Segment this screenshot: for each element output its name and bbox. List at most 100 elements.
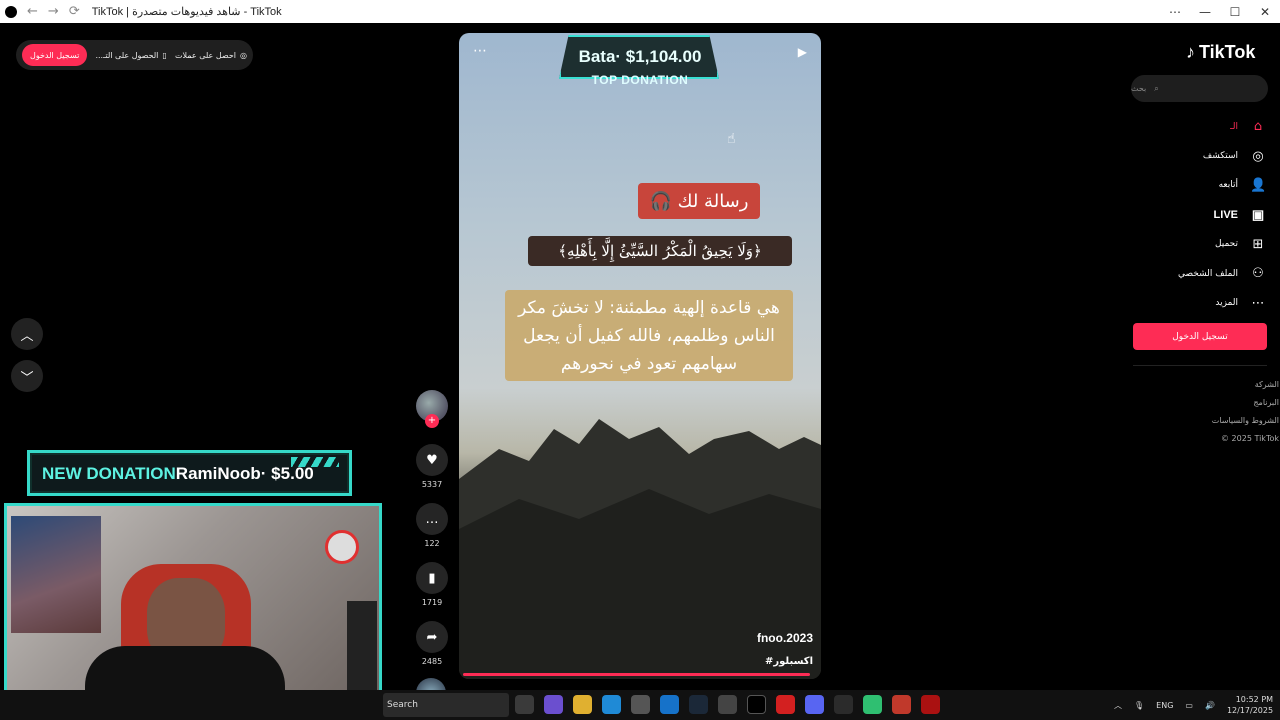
steam-icon[interactable]	[689, 695, 708, 714]
browser-titlebar: ← → ⟳ TikTok | شاهد فيديوهات متصدرة - Ti…	[0, 0, 1280, 23]
forward-icon[interactable]: →	[48, 4, 59, 19]
upload-icon: ⊞	[1252, 236, 1264, 252]
sidebar-item-upload[interactable]: تحميل ⊞	[1132, 230, 1266, 259]
share-count: 2485	[421, 657, 443, 666]
comment-action[interactable]: … 122	[416, 503, 448, 548]
sidebar-item-label: الـ	[1230, 121, 1238, 132]
outlook-icon[interactable]	[660, 695, 679, 714]
sidebar-item-label: LIVE	[1213, 208, 1238, 221]
quran-verse: ﴿وَلَا يَحِيقُ الْمَكْرُ السَّيِّئُ إِلَ…	[528, 236, 792, 266]
chevron-up-icon: ︿	[20, 328, 34, 344]
no-smoking-sign	[325, 530, 359, 564]
search-placeholder: بحث	[1131, 84, 1147, 93]
comment-icon[interactable]: …	[416, 503, 448, 535]
sidebar-item-more[interactable]: المزيد ⋯	[1132, 288, 1266, 317]
display-icon[interactable]: ▭	[1185, 701, 1193, 710]
footer-link-company[interactable]: الشركة	[1133, 376, 1279, 394]
red-app-icon[interactable]	[892, 695, 911, 714]
sidebar-item-label: المزيد	[1215, 298, 1238, 309]
sidebar-item-following[interactable]: أتابعه 👤	[1132, 171, 1267, 200]
get-coins-button[interactable]: ◎ احصل على عملات	[175, 51, 247, 60]
search-icon[interactable]: ⌕	[1154, 84, 1158, 94]
store-icon[interactable]	[631, 695, 650, 714]
file-explorer-icon[interactable]	[573, 695, 592, 714]
heart-icon[interactable]: ♥	[416, 444, 448, 476]
top-donation-banner: Bata· $1,104.00 TOP DONATION	[511, 33, 769, 87]
message-chip: رسالة لك 🎧	[638, 183, 760, 219]
video-more-icon[interactable]: ⋯	[473, 43, 487, 59]
like-action[interactable]: ♥ 5337	[416, 444, 448, 489]
mic-icon[interactable]: 🎙	[1134, 701, 1144, 710]
login-pill-button[interactable]: تسجيل الدخول	[22, 44, 88, 66]
previous-video-button[interactable]: ︿	[11, 318, 43, 350]
opera-icon[interactable]	[776, 695, 795, 714]
back-icon[interactable]: ←	[27, 4, 38, 19]
close-button[interactable]: ✕	[1250, 5, 1280, 19]
ak-app-icon[interactable]	[718, 695, 737, 714]
mute-icon[interactable]: ▶	[798, 45, 807, 59]
tiktok-logo[interactable]: ♪ TikTok	[1186, 42, 1255, 63]
clock-date: 12/17/2025	[1226, 706, 1274, 715]
maximize-button[interactable]: ☐	[1220, 5, 1250, 19]
sidebar-item-home[interactable]: الـ ⌂	[1132, 112, 1266, 141]
tf-app-icon[interactable]	[921, 695, 940, 714]
get-app-button[interactable]: ▯ الحصول على التـ...	[95, 51, 166, 60]
screen: ← → ⟳ TikTok | شاهد فيديوهات متصدرة - Ti…	[0, 0, 1280, 720]
video-progress-bar[interactable]	[463, 673, 810, 676]
share-icon[interactable]: ➦	[416, 621, 448, 653]
footer-link-terms[interactable]: الشروط والسياسات	[1133, 412, 1279, 430]
clock-time: 10:52 PM	[1235, 695, 1274, 704]
refresh-icon[interactable]: ⟳	[69, 4, 80, 19]
save-action[interactable]: ▮ 1719	[416, 562, 448, 607]
shelf	[347, 601, 377, 691]
more-options-icon[interactable]: ⋯	[1160, 5, 1190, 19]
windows-taskbar: Search ︿ 🎙 ENG ▭ 🔊 10:52 PM 12/17/2025	[0, 690, 1280, 720]
video-player[interactable]: Bata· $1,104.00 TOP DONATION ⋯ ▶ رسالة ل…	[459, 33, 821, 679]
get-coins-label: احصل على عملات	[174, 50, 237, 60]
bookmark-icon[interactable]: ▮	[416, 562, 448, 594]
system-tray: ︿ 🎙 ENG ▭ 🔊 10:52 PM 12/17/2025	[1114, 690, 1273, 720]
profile-icon: ⚇	[1252, 266, 1264, 282]
video-author[interactable]: fnoo.2023	[757, 631, 813, 645]
sidebar-divider	[1133, 365, 1267, 366]
taskbar-apps	[515, 695, 940, 714]
sidebar-item-live[interactable]: LIVE ▣	[1132, 200, 1266, 229]
sidebar-nav: الـ ⌂ استكشف ◎ أتابعه 👤 LIVE ▣ تحميل ⊞ الملف …	[1132, 112, 1266, 318]
video-actions: + ♥ 5337 … 122 ▮ 1719 ➦ 2485	[416, 390, 448, 708]
comment-count: 122	[424, 539, 440, 548]
taskbar-search[interactable]: Search	[383, 693, 509, 717]
task-view-icon[interactable]	[515, 695, 534, 714]
green-app-icon[interactable]	[863, 695, 882, 714]
sidebar-item-explore[interactable]: استكشف ◎	[1132, 141, 1266, 170]
taskbar-search-label: Search	[387, 700, 418, 710]
following-icon: 👤	[1250, 177, 1267, 193]
creator-avatar[interactable]: +	[416, 390, 448, 428]
video-hashtag[interactable]: #اكسبلور	[765, 656, 813, 667]
sidebar-item-label: استكشف	[1202, 151, 1238, 162]
sidebar-item-profile[interactable]: الملف الشخصي ⚇	[1132, 259, 1266, 288]
coin-icon: ◎	[240, 50, 247, 60]
edge-icon[interactable]	[602, 695, 621, 714]
language-indicator[interactable]: ENG	[1156, 701, 1173, 710]
donation-amount: Bata· $1,104.00	[578, 47, 702, 66]
get-app-label: الحصول على التـ...	[95, 50, 159, 60]
follow-plus-icon[interactable]: +	[425, 414, 439, 428]
discord-icon[interactable]	[805, 695, 824, 714]
tiktok-favicon-icon	[5, 5, 17, 18]
more-icon: ⋯	[1251, 295, 1265, 311]
widgets-icon[interactable]	[544, 695, 563, 714]
minimize-button[interactable]: —	[1190, 5, 1220, 19]
search-input[interactable]: ⌕ بحث	[1131, 75, 1268, 102]
tiktok-note-icon: ♪	[1186, 42, 1195, 62]
share-action[interactable]: ➦ 2485	[416, 621, 448, 666]
tray-expand-icon[interactable]: ︿	[1114, 700, 1122, 711]
next-video-button[interactable]: ﹀	[11, 360, 43, 392]
login-button[interactable]: تسجيل الدخول	[1133, 323, 1267, 350]
home-icon: ⌂	[1253, 119, 1263, 135]
obs-icon[interactable]	[834, 695, 853, 714]
volume-icon[interactable]: 🔊	[1205, 701, 1215, 710]
taskbar-clock[interactable]: 10:52 PM 12/17/2025	[1227, 694, 1273, 716]
sidebar-item-label: تحميل	[1214, 239, 1238, 250]
tiktok-app-icon[interactable]	[747, 695, 766, 714]
footer-link-program[interactable]: البرنامج	[1133, 394, 1279, 412]
